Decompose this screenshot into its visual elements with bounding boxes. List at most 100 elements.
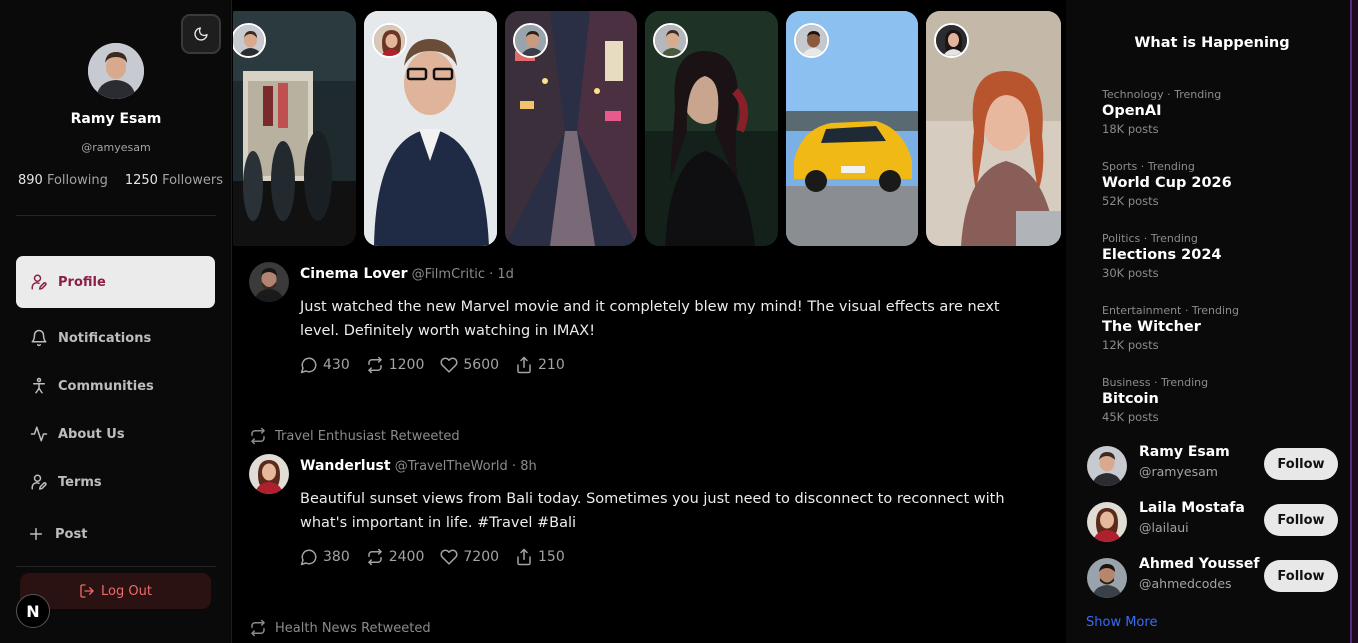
profile-avatar[interactable] [88, 43, 144, 99]
plus-icon [26, 524, 46, 544]
post-header: Cinema Lover @FilmCritic · 1d [300, 266, 514, 282]
story-card[interactable] [505, 11, 637, 246]
share-button[interactable]: 210 [515, 356, 565, 374]
user-avatar[interactable] [1087, 558, 1127, 598]
reply-count: 430 [323, 357, 350, 373]
story-card[interactable] [645, 11, 778, 246]
trending-category: Entertainment · Trending [1102, 304, 1239, 317]
retweet-button[interactable]: 1200 [366, 356, 425, 374]
post[interactable]: Cinema Lover @FilmCritic · 1d Just watch… [233, 258, 1065, 388]
story-card[interactable] [786, 11, 918, 246]
like-count: 7200 [463, 549, 500, 565]
retweet-indicator: Health News Retweeted [249, 619, 431, 637]
moon-icon [194, 27, 208, 41]
retweet-indicator: Travel Enthusiast Retweeted [249, 427, 460, 445]
nav-item-post[interactable]: Post [16, 510, 215, 558]
theme-toggle-button[interactable] [181, 14, 221, 54]
post-author-handle[interactable]: @FilmCritic [412, 267, 485, 282]
followers-stat[interactable]: 1250 Followers [125, 173, 223, 188]
post-avatar[interactable] [249, 454, 289, 494]
share-count: 210 [538, 357, 565, 373]
trending-category: Politics · Trending [1102, 232, 1198, 245]
activity-icon [29, 424, 49, 444]
like-button[interactable]: 7200 [440, 548, 499, 566]
follow-button[interactable]: Follow [1264, 560, 1338, 592]
story-avatar [653, 23, 688, 58]
reply-button[interactable]: 380 [300, 548, 350, 566]
following-label: Following [46, 173, 108, 188]
user-name[interactable]: Ramy Esam [1139, 444, 1230, 460]
nav-label-about: About Us [58, 426, 125, 442]
post-text: Just watched the new Marvel movie and it… [300, 299, 1000, 339]
post-author-handle[interactable]: @TravelTheWorld [395, 459, 508, 474]
nav-item-notifications[interactable]: Notifications [16, 314, 215, 362]
story-avatar [513, 23, 548, 58]
post-separator: · [511, 459, 517, 474]
nav-item-communities[interactable]: Communities [16, 362, 215, 410]
accessibility-icon [29, 376, 49, 396]
user-handle: @ahmedcodes [1139, 576, 1232, 591]
reply-button[interactable]: 430 [300, 356, 350, 374]
trending-count: 18K posts [1102, 122, 1159, 136]
retweet-count: 1200 [388, 357, 425, 373]
retweeted-by: Health News Retweeted [275, 620, 431, 636]
feed: Cinema Lover @FilmCritic · 1d Just watch… [233, 0, 1065, 643]
nav-item-profile[interactable]: Profile [16, 256, 215, 308]
user-handle: @lailaui [1139, 520, 1189, 535]
trending-category: Business · Trending [1102, 376, 1209, 389]
suggested-user: Ramy Esam @ramyesam Follow [1087, 444, 1342, 488]
dev-tools-badge[interactable]: N [16, 594, 50, 628]
story-avatar [934, 23, 969, 58]
divider [16, 215, 216, 216]
logout-icon [80, 584, 94, 598]
user-name[interactable]: Laila Mostafa [1139, 500, 1245, 516]
window-edge [1350, 0, 1358, 643]
share-icon [517, 356, 531, 374]
trending-item[interactable]: Politics · Trending Elections 2024 30K p… [1102, 232, 1222, 280]
story-card[interactable] [233, 11, 356, 246]
trending-item[interactable]: Business · Trending Bitcoin 45K posts [1102, 376, 1208, 424]
repeat-icon [367, 548, 382, 566]
nav-item-about[interactable]: About Us [16, 410, 215, 458]
story-card[interactable] [926, 11, 1061, 246]
repeat-icon [251, 427, 265, 445]
comment-icon [300, 549, 317, 566]
story-card[interactable] [364, 11, 497, 246]
trending-item[interactable]: Technology · Trending OpenAI 18K posts [1102, 88, 1221, 136]
divider [16, 566, 216, 567]
repeat-icon [367, 356, 382, 374]
right-sidebar: What is Happening Technology · Trending … [1066, 0, 1350, 643]
trending-item[interactable]: Entertainment · Trending The Witcher 12K… [1102, 304, 1239, 352]
following-stat[interactable]: 890 Following [18, 173, 108, 188]
user-name[interactable]: Ahmed Youssef [1139, 556, 1259, 572]
nav-label-terms: Terms [58, 474, 102, 490]
left-sidebar: Ramy Esam @ramyesam 890 Following 1250 Fo… [0, 0, 232, 643]
post-author-name[interactable]: Cinema Lover [300, 266, 408, 282]
like-button[interactable]: 5600 [440, 356, 499, 374]
trending-topic: World Cup 2026 [1102, 175, 1232, 191]
post-avatar[interactable] [249, 262, 289, 302]
retweet-button[interactable]: 2400 [366, 548, 424, 566]
show-more-link[interactable]: Show More [1086, 615, 1157, 630]
trending-topic: OpenAI [1102, 103, 1162, 119]
post[interactable]: Health News Retweeted [233, 612, 1065, 643]
follow-button[interactable]: Follow [1264, 504, 1338, 536]
like-count: 5600 [463, 357, 500, 373]
followers-count: 1250 [124, 173, 158, 188]
post-actions: 430 1200 5600 210 [300, 356, 581, 374]
follow-button[interactable]: Follow [1264, 448, 1338, 480]
followers-label: Followers [162, 173, 223, 188]
post-time: 8h [520, 459, 537, 474]
trending-item[interactable]: Sports · Trending World Cup 2026 52K pos… [1102, 160, 1232, 208]
nav-item-terms[interactable]: Terms [16, 458, 215, 506]
logout-label: Log Out [101, 583, 152, 599]
post[interactable]: Travel Enthusiast Retweeted Wanderlust @… [233, 420, 1065, 590]
user-handle: @ramyesam [1139, 464, 1218, 479]
user-avatar[interactable] [1087, 446, 1127, 486]
share-button[interactable]: 150 [515, 548, 565, 566]
retweeted-by: Travel Enthusiast Retweeted [275, 428, 460, 444]
post-author-name[interactable]: Wanderlust [300, 458, 391, 474]
share-icon [517, 548, 531, 566]
following-count: 890 [18, 173, 43, 188]
user-avatar[interactable] [1087, 502, 1127, 542]
